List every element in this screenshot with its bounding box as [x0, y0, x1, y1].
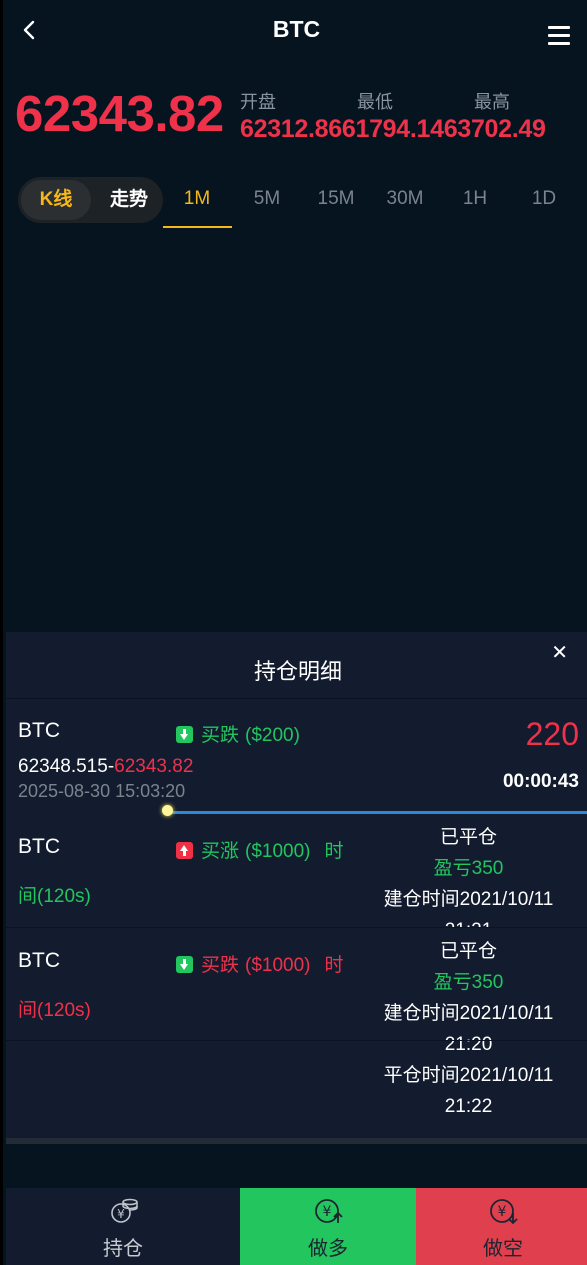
yen-up-icon: ¥	[315, 1199, 343, 1223]
current-price: 62343.82	[15, 85, 224, 142]
timeframe-tab-1h[interactable]: 1H	[440, 188, 510, 210]
direction-label: 买跌	[201, 725, 240, 746]
low-label: 最低	[357, 92, 393, 112]
position-item-active[interactable]: BTC 买跌 ($200) 220 62348.515-62343.82 2025…	[6, 699, 587, 813]
arrow-down-icon	[176, 726, 193, 743]
amount-label: ($200)	[245, 725, 300, 746]
position-direction: 买跌 ($200)	[176, 720, 300, 747]
open-label: 开盘	[240, 92, 276, 112]
yen-down-icon: ¥	[490, 1199, 518, 1225]
arrow-down-icon	[176, 956, 193, 973]
timeframe-tab-5m[interactable]: 5M	[232, 188, 302, 210]
duration-label: 时	[324, 955, 344, 976]
app-frame: BTC 62343.82 开盘 最低 最高 62312.8661794.1463…	[0, 0, 587, 1265]
coins-icon: ¥	[111, 1198, 138, 1223]
trend-mode-button[interactable]: 走势	[98, 180, 160, 220]
arrow-up-icon	[176, 842, 193, 859]
timeframe-tab-30m[interactable]: 30M	[370, 188, 440, 210]
positions-panel: ✕ 持仓明细 BTC 买跌 ($200) 220 62348.515-62343.…	[6, 632, 587, 1138]
open-time-clock: 21:21	[356, 915, 581, 927]
close-time-text: 平仓时间2021/10/11	[383, 1065, 554, 1086]
open-price: 62348.515	[18, 756, 108, 777]
svg-text:¥: ¥	[117, 1207, 125, 1221]
svg-text:¥: ¥	[323, 1204, 332, 1220]
status-text: 已平仓	[439, 941, 497, 962]
high-label: 最高	[474, 92, 510, 112]
position-timestamp: 2025-08-30 15:03:20	[18, 781, 186, 801]
page-title: BTC	[272, 16, 321, 42]
open-value: 62312.86	[240, 115, 342, 143]
amount-label: ($1000)	[245, 955, 311, 976]
duration-label: 时	[324, 841, 344, 862]
direction-label: 买涨	[201, 841, 240, 862]
position-direction: 买涨 ($1000) 时	[176, 836, 344, 863]
high-value: 63702.49	[443, 115, 546, 143]
close-info: 已平仓 盈亏350 建仓时间2021/10/11 21:21	[356, 822, 581, 927]
position-direction: 买跌 ($1000) 时	[176, 950, 344, 977]
position-symbol: BTC	[18, 949, 60, 972]
position-item-closed[interactable]: BTC 买跌 ($1000) 时 间(120s) 已平仓 盈亏350 建仓时间202…	[6, 928, 587, 1138]
open-time-clock: 21:20	[444, 1034, 493, 1055]
bottom-tab-bar: ¥ 持仓 ¥ 做多 ¥ 做空	[6, 1188, 587, 1265]
position-item-closed[interactable]: BTC 买涨 ($1000) 时 间(120s) 已平仓 盈亏350 建仓时间202…	[6, 814, 587, 927]
close-time-clock: 21:22	[444, 1096, 493, 1117]
active-tab-indicator	[163, 226, 232, 228]
open-time-text: 建仓时间2021/10/11	[383, 889, 554, 910]
pnl-text: 盈亏350	[433, 858, 504, 879]
kline-mode-button[interactable]: K线	[21, 180, 91, 220]
chart-mode-toggle: K线 走势	[18, 177, 163, 223]
stat-values: 62312.8661794.1463702.49	[240, 115, 546, 144]
current-price-value: 62343.82	[114, 756, 194, 777]
panel-title: 持仓明细	[253, 659, 342, 684]
direction-label: 买跌	[201, 955, 240, 976]
countdown: 00:00:43	[502, 771, 579, 792]
status-text: 已平仓	[439, 827, 497, 848]
position-profit: 220	[525, 716, 579, 752]
low-value: 61794.14	[341, 115, 444, 143]
hold-tab-label: 持仓	[103, 1238, 143, 1260]
chart-area[interactable]	[6, 232, 587, 632]
amount-label: ($1000)	[245, 841, 311, 862]
svg-text:¥: ¥	[498, 1204, 507, 1220]
long-button-label: 做多	[308, 1238, 348, 1260]
hold-tab[interactable]: ¥ 持仓	[6, 1188, 240, 1265]
timeframe-tab-1m[interactable]: 1M	[162, 188, 232, 210]
header: BTC	[3, 0, 587, 62]
short-button[interactable]: ¥ 做空	[416, 1188, 587, 1265]
divider	[6, 1040, 587, 1041]
close-info: 已平仓 盈亏350 建仓时间2021/10/11 21:20 平仓时间2021/…	[356, 936, 581, 1122]
timeframe-tab-1d[interactable]: 1D	[509, 188, 579, 210]
price-range: 62348.515-62343.82	[18, 756, 193, 778]
short-button-label: 做空	[483, 1238, 523, 1260]
timeframe-tab-15m[interactable]: 15M	[301, 188, 371, 210]
open-time-text: 建仓时间2021/10/11	[383, 1003, 554, 1024]
panel-bottom-edge	[6, 1138, 587, 1144]
long-button[interactable]: ¥ 做多	[240, 1188, 416, 1265]
duration-value: 间(120s)	[18, 1000, 91, 1021]
menu-icon[interactable]	[548, 26, 570, 46]
position-symbol: BTC	[18, 835, 60, 858]
position-symbol: BTC	[18, 719, 60, 742]
duration-value: 间(120s)	[18, 886, 91, 907]
pnl-text: 盈亏350	[433, 972, 504, 993]
